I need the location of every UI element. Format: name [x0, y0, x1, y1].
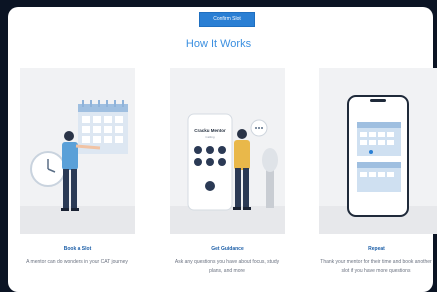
get-guidance-illustration: Cracku Mentor Calling [170, 68, 285, 234]
step-title-get-guidance: Get Guidance [211, 246, 244, 252]
repeat-illustration [319, 68, 437, 234]
book-slot-illustration [20, 68, 135, 234]
confirm-slot-button[interactable]: Confirm Slot [199, 12, 255, 27]
call-status: Calling [205, 135, 215, 139]
step-desc-book-slot: A mentor can do wonders in your CAT jour… [26, 259, 128, 265]
section-title: How It Works [185, 38, 252, 50]
caller-name: Cracku Mentor [194, 128, 226, 133]
step-desc-repeat: Thank your mentor for their time and boo… [320, 259, 432, 274]
step-desc-get-guidance: Ask any questions you have about focus, … [174, 259, 280, 274]
step-title-repeat: Repeat [368, 246, 385, 252]
end-call-icon [205, 181, 215, 191]
step-title-book-slot: Book a Slot [63, 246, 92, 252]
